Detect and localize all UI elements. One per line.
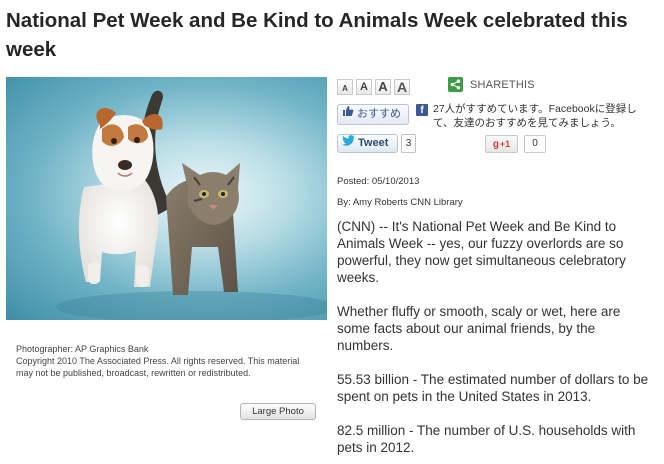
share-icon (448, 77, 463, 92)
tweet-button[interactable]: Tweet (337, 134, 398, 153)
dog-and-cat-image (56, 90, 327, 320)
twitter-bird-icon (342, 135, 355, 152)
byline: By: Amy Roberts CNN Library (337, 197, 463, 208)
facebook-like-button[interactable]: おすすめ (337, 104, 409, 125)
facebook-icon: f (416, 104, 428, 116)
font-size-medium-button[interactable]: A (375, 79, 391, 95)
thumbs-up-icon (342, 105, 354, 124)
sharethis-label: SHARETHIS (470, 78, 535, 91)
google-plus-count: 0 (524, 135, 546, 153)
font-size-smallest-button[interactable]: A (337, 79, 353, 95)
font-size-small-button[interactable]: A (356, 79, 372, 95)
google-plus-button[interactable]: g +1 (485, 135, 518, 153)
google-plus-label: +1 (499, 139, 511, 149)
google-plus-icon: g (492, 138, 499, 150)
photo-credit: Photographer: AP Graphics Bank Copyright… (16, 343, 316, 379)
article-paragraph: Whether fluffy or smooth, scaly or wet, … (337, 304, 621, 353)
tweet-label: Tweet (358, 137, 389, 149)
large-photo-button[interactable]: Large Photo (240, 403, 316, 420)
facebook-like-label: おすすめ (357, 108, 401, 120)
facebook-social-text[interactable]: 27人がすすめています。Facebookに登録して、友達のおすすめを見てみましょ… (433, 102, 655, 130)
photographer-line: Photographer: AP Graphics Bank (16, 344, 149, 354)
font-size-large-button[interactable]: A (394, 79, 410, 95)
article-paragraph: 55.53 billion - The estimated number of … (337, 372, 649, 404)
posted-date: Posted: 05/10/2013 (337, 176, 420, 187)
sharethis-button[interactable]: SHARETHIS (448, 77, 535, 92)
article-body: (CNN) -- It's National Pet Week and Be K… (337, 218, 655, 464)
article-paragraph: (CNN) -- It's National Pet Week and Be K… (337, 219, 626, 285)
copyright-notice: Copyright 2010 The Associated Press. All… (16, 356, 300, 378)
tweet-count: 3 (401, 134, 416, 153)
article-photo[interactable] (6, 77, 327, 320)
font-size-controls: A A A A (337, 79, 410, 95)
article-title: National Pet Week and Be Kind to Animals… (6, 9, 628, 61)
article-paragraph: 82.5 million - The number of U.S. househ… (337, 423, 636, 455)
